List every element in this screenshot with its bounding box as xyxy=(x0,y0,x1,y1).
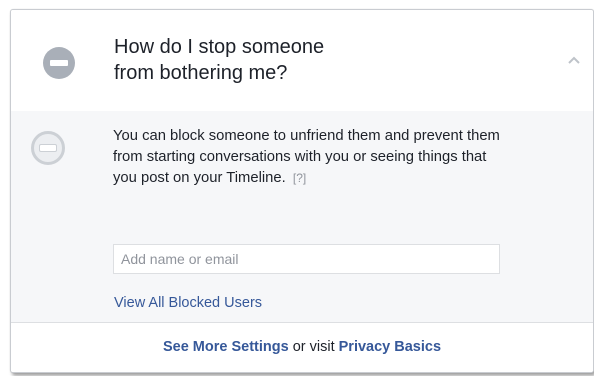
block-icon-bar xyxy=(50,60,68,66)
answer-section: You can block someone to unfriend them a… xyxy=(11,111,593,322)
block-icon xyxy=(31,131,65,165)
see-more-settings-link[interactable]: See More Settings xyxy=(163,339,289,355)
privacy-shortcut-panel: How do I stop someone from bothering me?… xyxy=(10,9,594,373)
block-description-text: You can block someone to unfriend them a… xyxy=(113,128,500,186)
question-title-line-2: from bothering me? xyxy=(114,62,288,84)
footer-connector-text: or visit xyxy=(292,339,335,355)
block-icon-bar xyxy=(39,144,57,152)
block-icon xyxy=(43,47,75,79)
footer-links: See More Settings or visit Privacy Basic… xyxy=(11,322,593,372)
block-description: You can block someone to unfriend them a… xyxy=(113,126,513,189)
view-blocked-users-link[interactable]: View All Blocked Users xyxy=(114,295,262,311)
question-title-line-1: How do I stop someone xyxy=(114,36,325,58)
question-header[interactable]: How do I stop someone from bothering me? xyxy=(11,10,593,112)
privacy-basics-link[interactable]: Privacy Basics xyxy=(339,339,441,355)
question-title: How do I stop someone from bothering me? xyxy=(114,34,414,86)
help-link[interactable]: [?] xyxy=(293,171,306,185)
chevron-up-icon[interactable] xyxy=(567,55,581,65)
block-user-input[interactable] xyxy=(113,244,500,274)
